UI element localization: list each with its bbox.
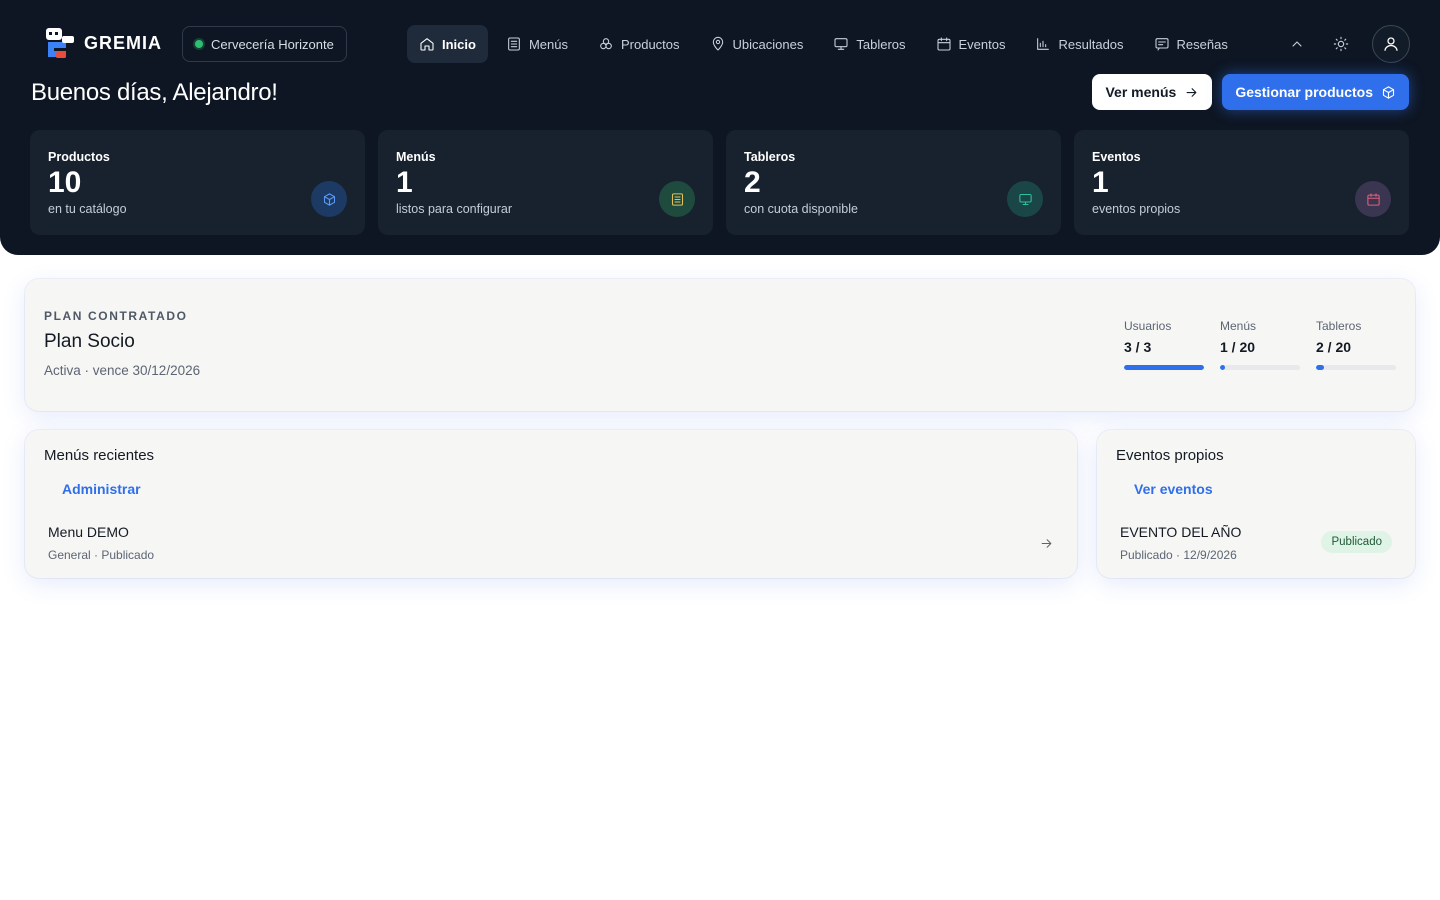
nav-label: Ubicaciones [732, 36, 804, 52]
stat-label: Productos [48, 150, 110, 164]
venue-name: Cervecería Horizonte [211, 36, 334, 52]
map-pin-icon [712, 36, 723, 51]
chevron-up-icon [1292, 41, 1302, 47]
own-events-card: Eventos propios Ver eventos EVENTO DEL A… [1097, 430, 1415, 578]
monitor-icon [1007, 181, 1043, 217]
products-icon [600, 38, 612, 50]
usage-usuarios: Usuarios 3 / 3 [1124, 319, 1204, 370]
stat-card-tableros[interactable]: Tableros 2 con cuota disponible [726, 130, 1061, 235]
greeting-title: Buenos días, Alejandro! [31, 79, 278, 106]
stat-sub: en tu catálogo [48, 202, 127, 216]
menu-subtitle: General · Publicado [48, 548, 155, 562]
usage-bar [1124, 365, 1204, 370]
top-right-controls [1284, 25, 1410, 63]
usage-bar [1316, 365, 1396, 370]
cube-icon [1382, 85, 1395, 99]
recent-menus-title: Menús recientes [44, 447, 155, 464]
usage-menus: Menús 1 / 20 [1220, 319, 1300, 370]
nav-item-tableros[interactable]: Tableros [821, 25, 917, 63]
stat-sub: con cuota disponible [744, 202, 858, 216]
user-avatar-button[interactable] [1372, 25, 1410, 63]
venue-selector[interactable]: Cervecería Horizonte [182, 26, 347, 62]
recent-menus-card: Menús recientes Administrar Menu DEMO Ge… [25, 430, 1077, 578]
bar-chart-icon [1037, 38, 1050, 50]
nav-item-productos[interactable]: Productos [586, 25, 692, 63]
nav-item-menus[interactable]: Menús [494, 25, 580, 63]
usage-value: 3 / 3 [1124, 339, 1152, 355]
administrar-link[interactable]: Administrar [62, 481, 141, 497]
monitor-icon [834, 38, 848, 50]
view-menus-label: Ver menús [1105, 84, 1177, 100]
stat-label: Tableros [744, 150, 796, 164]
nav-label: Menús [528, 36, 568, 52]
stat-value: 2 [744, 166, 761, 199]
stat-label: Menús [396, 150, 436, 164]
review-icon [1154, 38, 1169, 51]
nav-item-inicio[interactable]: Inicio [407, 25, 488, 63]
manage-products-button[interactable]: Gestionar productos [1222, 74, 1409, 110]
nav-label: Resultados [1058, 36, 1124, 52]
stat-value: 1 [396, 166, 413, 199]
plan-usage: Usuarios 3 / 3 Menús 1 / 20 Tableros 2 /… [1124, 319, 1396, 370]
usage-label: Usuarios [1124, 319, 1172, 333]
arrow-right-icon[interactable] [1039, 536, 1054, 556]
list-item[interactable]: EVENTO DEL AÑO Publicado · 12/9/2026 Pub… [1120, 524, 1392, 562]
brand-logo[interactable]: GREMIA [44, 26, 162, 60]
stat-card-eventos[interactable]: Eventos 1 eventos propios [1074, 130, 1409, 235]
manage-products-label: Gestionar productos [1235, 84, 1373, 100]
calendar-icon [1355, 181, 1391, 217]
usage-label: Tableros [1316, 319, 1362, 333]
status-dot-icon [195, 40, 203, 48]
stat-value: 10 [48, 166, 82, 199]
nav-label: Reseñas [1176, 36, 1228, 52]
arrow-right-icon [1186, 87, 1197, 97]
nav-label: Eventos [958, 36, 1006, 52]
nav-label: Productos [620, 36, 680, 52]
cube-icon [311, 181, 347, 217]
user-icon [1384, 37, 1398, 51]
usage-fill [1124, 365, 1204, 370]
usage-fill [1316, 365, 1324, 370]
menu-list-icon [508, 37, 520, 51]
nav-label: Inicio [442, 36, 476, 52]
stat-card-productos[interactable]: Productos 10 en tu catálogo [30, 130, 365, 235]
hero-header: GREMIA Cervecería Horizonte Inicio Menús… [0, 0, 1440, 255]
stat-card-menus[interactable]: Menús 1 listos para configurar [378, 130, 713, 235]
sun-icon [1333, 36, 1349, 52]
stat-value: 1 [1092, 166, 1109, 199]
usage-label: Menús [1220, 319, 1257, 333]
stat-sub: eventos propios [1092, 202, 1181, 216]
stats-row: Productos 10 en tu catálogo Menús 1 list… [30, 130, 1409, 235]
main-nav: Inicio Menús Productos Ubicaciones Table… [407, 25, 1246, 63]
nav-item-ubicaciones[interactable]: Ubicaciones [698, 25, 816, 63]
usage-tableros: Tableros 2 / 20 [1316, 319, 1396, 370]
plan-card: PLAN CONTRATADO Plan Socio Activa · venc… [25, 279, 1415, 411]
menu-title: Menu DEMO [48, 524, 129, 540]
brand-name: GREMIA [84, 32, 162, 53]
usage-bar [1220, 365, 1300, 370]
usage-value: 1 / 20 [1220, 339, 1256, 355]
gremia-logo-icon [46, 28, 74, 58]
own-events-title: Eventos propios [1116, 447, 1224, 464]
nav-item-eventos[interactable]: Eventos [924, 25, 1018, 63]
collapse-button[interactable] [1284, 31, 1310, 57]
nav-item-resenas[interactable]: Reseñas [1142, 25, 1240, 63]
view-menus-button[interactable]: Ver menús [1092, 74, 1213, 110]
nav-label: Tableros [856, 36, 906, 52]
home-icon [420, 38, 434, 51]
nav-item-resultados[interactable]: Resultados [1023, 25, 1135, 63]
usage-fill [1220, 365, 1225, 370]
calendar-icon [936, 37, 951, 51]
status-badge: Publicado [1321, 531, 1392, 553]
stat-sub: listos para configurar [396, 202, 513, 216]
usage-value: 2 / 20 [1316, 339, 1352, 355]
theme-toggle-button[interactable] [1328, 31, 1354, 57]
header-actions: Ver menús Gestionar productos [1092, 74, 1409, 110]
stat-label: Eventos [1092, 150, 1141, 164]
list-item[interactable]: Menu DEMO General · Publicado [48, 524, 1054, 562]
ver-eventos-link[interactable]: Ver eventos [1134, 481, 1213, 497]
menu-list-icon [659, 181, 695, 217]
